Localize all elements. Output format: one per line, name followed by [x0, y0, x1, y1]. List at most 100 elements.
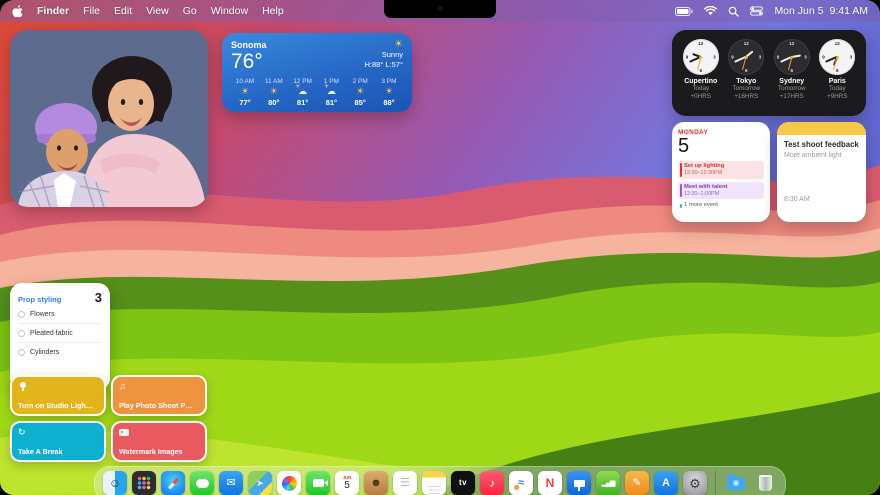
dock-downloads-icon[interactable] — [724, 471, 748, 495]
shortcut-image-tile[interactable]: Watermark Images — [111, 421, 207, 462]
shortcut-timer-tile[interactable]: ↻ Take A Break — [10, 421, 106, 462]
clock-offset: +17HRS — [779, 93, 804, 101]
music-icon: ♫ — [119, 381, 126, 391]
shortcut-bulb-tile[interactable]: Turn on Studio Ligh… — [10, 375, 106, 416]
dock-launchpad-icon[interactable] — [132, 471, 156, 495]
menu-clock[interactable]: Mon Jun 5 9:41 AM — [774, 5, 868, 17]
weather-hour-temp: 88° — [383, 98, 395, 107]
menu-item-file[interactable]: File — [83, 5, 100, 17]
dock-numbers-icon[interactable]: ▂▄▆ — [596, 471, 620, 495]
clock-center-dot — [790, 55, 794, 59]
reminder-item[interactable]: Cylinders — [18, 343, 102, 361]
calendar-more-events[interactable]: 1 more event — [678, 202, 764, 209]
dock-calendar-icon[interactable]: JUN 5 — [335, 471, 359, 495]
clock-sydney[interactable]: 12 3 6 9 Sydney Tomorrow +17HRS — [770, 39, 814, 101]
apple-menu-icon[interactable] — [12, 4, 23, 18]
clock-cupertino[interactable]: 12 3 6 9 Cupertino Today +0HRS — [679, 39, 723, 101]
clock-offset: +9HRS — [827, 93, 848, 101]
partly-cloudy-icon: ☁ — [324, 84, 336, 96]
clock-offset: +16HRS — [734, 93, 759, 101]
dock-news-icon[interactable]: N — [538, 471, 562, 495]
note-header-bar — [777, 122, 866, 135]
dock-finder-icon[interactable]: ☺ — [103, 471, 127, 495]
world-clock-widget[interactable]: 12 3 6 9 Cupertino Today +0HRS 12 3 6 9 Tokyo Tomorr… — [672, 30, 866, 116]
photos-widget[interactable] — [10, 30, 208, 207]
wifi-icon[interactable] — [704, 6, 718, 16]
shortcut-label: Turn on Studio Ligh… — [18, 401, 93, 410]
reminder-checkbox[interactable] — [18, 311, 25, 318]
weather-hour-time: 10 AM — [235, 78, 255, 85]
menu-item-edit[interactable]: Edit — [114, 5, 132, 17]
dock-trash-icon[interactable] — [753, 471, 777, 495]
battery-icon[interactable] — [675, 6, 694, 16]
weather-hour: 2 PM ☀ 85° — [346, 78, 374, 107]
photos-glyph — [281, 475, 297, 491]
photos-app-icon — [277, 471, 301, 495]
dock-contacts-icon[interactable]: ☻ — [364, 471, 388, 495]
numbers-app-icon: ▂▄▆ — [596, 471, 620, 495]
calendar-widget[interactable]: MONDAY 5 Set up lighting 12:00–12:30PM Mee… — [672, 122, 770, 222]
dock-tv-icon[interactable]: tv — [451, 471, 475, 495]
dock-appstore-icon[interactable]: A — [654, 471, 678, 495]
more-events-label: 1 more event — [684, 202, 718, 209]
downloads-app-icon — [724, 471, 748, 495]
menu-item-window[interactable]: Window — [211, 5, 248, 17]
reminder-checkbox[interactable] — [18, 349, 25, 356]
sun-icon: ☀ — [384, 86, 394, 96]
clock-face: 12 3 6 9 — [773, 39, 810, 75]
clock-paris[interactable]: 12 3 6 9 Paris Today +9HRS — [815, 39, 859, 101]
dock-messages-icon[interactable] — [190, 471, 214, 495]
clock-center-dot — [835, 55, 839, 59]
clock-numeral: 9 — [731, 54, 734, 60]
clock-numeral: 12 — [698, 41, 704, 46]
appstore-app-icon: A — [654, 471, 678, 495]
reminders-widget[interactable]: Prop styling 3 Flowers Pleated fabric Cyli… — [10, 283, 110, 390]
contacts-app-icon: ☻ — [364, 471, 388, 495]
calendar-date: 5 — [344, 479, 350, 491]
dock-freeform-icon[interactable]: ≈ — [509, 471, 533, 495]
music-glyph: ♪ — [489, 476, 495, 490]
dock-safari-icon[interactable] — [161, 471, 185, 495]
menu-date: Mon Jun 5 — [774, 5, 824, 17]
safari-glyph — [167, 477, 179, 489]
calendar-event[interactable]: Meet with talent 12:30–1:00PM — [678, 181, 764, 200]
menu-item-go[interactable]: Go — [183, 5, 197, 17]
dock-facetime-icon[interactable] — [306, 471, 330, 495]
active-app-name[interactable]: Finder — [37, 5, 69, 17]
music-app-icon: ♪ — [480, 471, 504, 495]
note-time: 8:30 AM — [784, 196, 810, 203]
reminders-app-icon: ☰ — [393, 471, 417, 495]
dock-mail-icon[interactable]: ✉ — [219, 471, 243, 495]
sun-icon: ☀ — [356, 86, 365, 96]
freeform-app-icon: ≈ — [509, 471, 533, 495]
dock-music-icon[interactable]: ♪ — [480, 471, 504, 495]
control-center-icon[interactable] — [750, 6, 764, 16]
trash-app-icon — [753, 471, 777, 495]
dock-settings-icon[interactable]: ⚙ — [683, 471, 707, 495]
note-title: Test shoot feedback — [784, 140, 859, 149]
weather-hour: 10 AM ☀ 77° — [231, 78, 259, 107]
dock-reminders-icon[interactable]: ☰ — [393, 471, 417, 495]
weather-widget[interactable]: Sonoma 76° ☀ Sunny H:88° L:57° 10 AM ☀ 77°… — [222, 33, 412, 112]
clock-numeral: 6 — [790, 68, 794, 73]
clock-tokyo[interactable]: 12 3 6 9 Tokyo Tomorrow +16HRS — [724, 39, 768, 101]
reminder-item[interactable]: Flowers — [18, 305, 102, 324]
reminder-item[interactable]: Pleated fabric — [18, 324, 102, 343]
reminder-checkbox[interactable] — [18, 330, 25, 337]
weather-hour: 11 AM ☀ 80° — [260, 78, 288, 107]
dock-keynote-icon[interactable] — [567, 471, 591, 495]
dock-pages-icon[interactable]: ✎ — [625, 471, 649, 495]
dock-notes-icon[interactable] — [422, 471, 446, 495]
notes-glyph — [428, 485, 440, 488]
calendar-event[interactable]: Set up lighting 12:00–12:30PM — [678, 161, 764, 179]
messages-app-icon — [190, 471, 214, 495]
menu-item-help[interactable]: Help — [262, 5, 284, 17]
notes-widget[interactable]: Test shoot feedback More ambient light 8… — [777, 122, 866, 222]
shortcut-music-tile[interactable]: ♫ Play Photo Shoot P… — [111, 375, 207, 416]
dock-photos-icon[interactable] — [277, 471, 301, 495]
menu-item-view[interactable]: View — [146, 5, 169, 17]
spotlight-search-icon[interactable] — [728, 6, 740, 17]
dock-maps-icon[interactable]: ➤ — [248, 471, 272, 495]
timer-icon: ↻ — [18, 427, 26, 437]
note-body-text: More ambient light — [784, 151, 842, 159]
